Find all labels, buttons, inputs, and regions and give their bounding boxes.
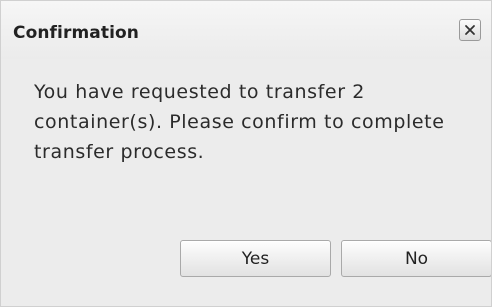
confirmation-message: You have requested to transfer 2 contain… bbox=[34, 81, 445, 163]
close-icon bbox=[464, 24, 476, 36]
close-button[interactable] bbox=[459, 19, 481, 41]
confirmation-dialog: Confirmation You have requested to trans… bbox=[0, 0, 492, 307]
no-button[interactable]: No bbox=[341, 240, 491, 277]
yes-button[interactable]: Yes bbox=[180, 240, 331, 277]
dialog-content: You have requested to transfer 2 contain… bbox=[1, 59, 491, 306]
dialog-titlebar: Confirmation bbox=[1, 1, 491, 59]
dialog-title: Confirmation bbox=[13, 23, 139, 43]
